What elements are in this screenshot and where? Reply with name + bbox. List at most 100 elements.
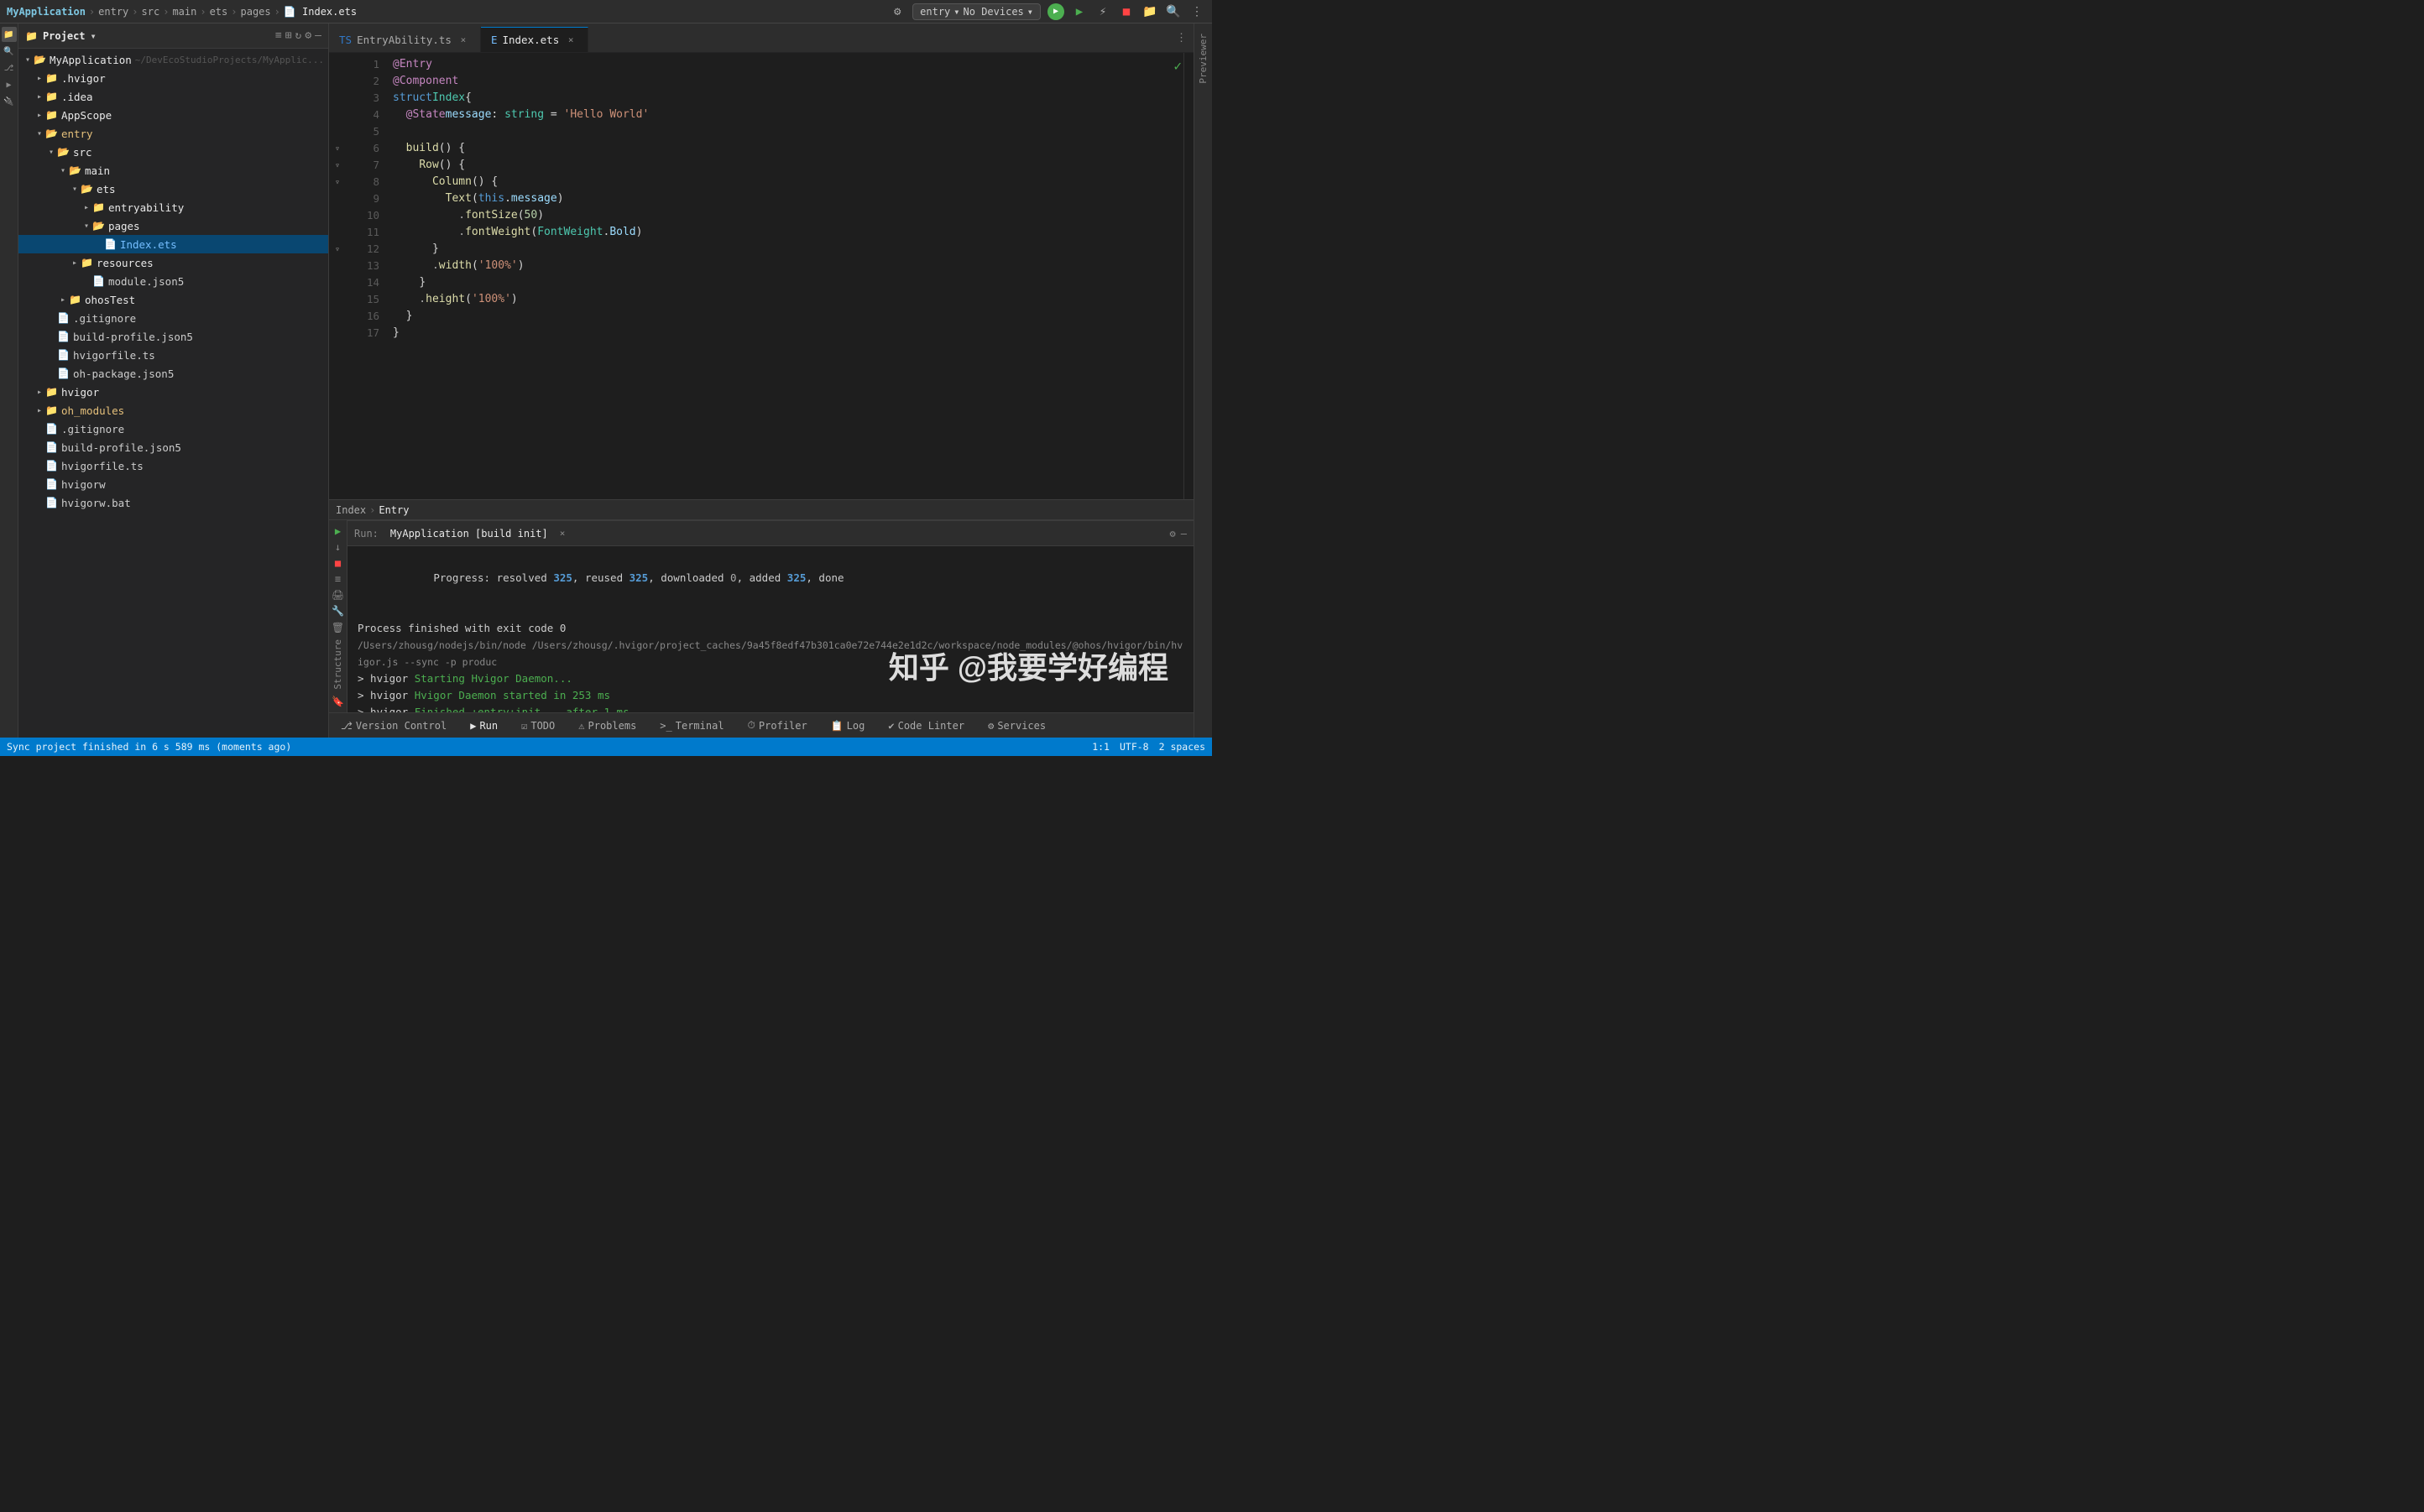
run-tab-name[interactable]: MyApplication [build init]	[385, 528, 553, 540]
run-button[interactable]: ▶	[1047, 3, 1064, 20]
activity-project-icon[interactable]: 📁	[2, 27, 17, 42]
dropdown-icon[interactable]: ▾	[91, 30, 97, 42]
tree-item-hvigorw[interactable]: 📄 hvigorw	[18, 475, 328, 493]
settings-icon[interactable]: ⚙	[889, 3, 906, 20]
code-editor[interactable]: ▿ ▿ ▿ ▿ 1 2 3	[329, 53, 1194, 499]
tree-item-gitignore-entry[interactable]: 📄 .gitignore	[18, 309, 328, 327]
activity-search-icon[interactable]: 🔍	[2, 44, 17, 59]
profiler-icon: ⏱	[748, 719, 755, 732]
bookmarks-icon[interactable]: 🔖	[331, 695, 346, 709]
expand-arrow: ▸	[34, 74, 45, 83]
breadcrumb-app[interactable]: MyApplication	[7, 6, 86, 18]
tree-item-pages[interactable]: ▾ 📂 pages	[18, 216, 328, 235]
toolbar-run[interactable]: ▶ Run	[465, 718, 503, 733]
breadcrumb-ets[interactable]: ets	[210, 6, 228, 18]
activity-run-icon[interactable]: ▶	[2, 77, 17, 92]
more-icon[interactable]: ⋮	[1188, 3, 1205, 20]
run-stop-icon[interactable]: ■	[331, 555, 346, 570]
run-settings-icon[interactable]: ⚙	[1170, 528, 1176, 540]
tree-item-build-profile-root[interactable]: 📄 build-profile.json5	[18, 438, 328, 456]
editor-scrollbar[interactable]	[1183, 53, 1194, 499]
activity-git-icon[interactable]: ⎇	[2, 60, 17, 76]
folder-open-icon: 📂	[69, 164, 81, 176]
tree-item-build-profile-entry[interactable]: 📄 build-profile.json5	[18, 327, 328, 346]
preview-label[interactable]: Previewer	[1198, 27, 1209, 91]
expand-all-icon[interactable]: ⊞	[285, 29, 292, 42]
tree-item-hvigorw-bat[interactable]: 📄 hvigorw.bat	[18, 493, 328, 512]
run-tools-icon[interactable]: 🔧	[331, 604, 346, 618]
tree-item-oh-package[interactable]: 📄 oh-package.json5	[18, 364, 328, 383]
run-scroll-icon[interactable]: ≡	[331, 572, 346, 587]
expand-arrow: ▸	[34, 406, 45, 415]
tree-item-hvigor[interactable]: ▸ 📁 .hvigor	[18, 69, 328, 87]
close-panel-icon[interactable]: —	[315, 29, 321, 42]
code-content[interactable]: @Entry @Component struct Index { @State …	[386, 53, 1183, 499]
debug-button[interactable]: ▶	[1071, 3, 1088, 20]
run-minimize-icon[interactable]: —	[1181, 528, 1187, 540]
file-ets-icon: 📄	[104, 238, 117, 250]
toolbar-problems[interactable]: ⚠ Problems	[573, 718, 641, 733]
activity-plugin-icon[interactable]: 🔌	[2, 94, 17, 109]
tree-item-hvigorfile-root[interactable]: 📄 hvigorfile.ts	[18, 456, 328, 475]
run-trash-icon[interactable]: 🗑	[331, 620, 346, 634]
tree-item-entry[interactable]: ▾ 📂 entry	[18, 124, 328, 143]
line-col[interactable]: 1:1	[1092, 741, 1110, 753]
tree-item-oh-modules[interactable]: ▸ 📁 oh_modules	[18, 401, 328, 420]
tree-item-ets[interactable]: ▾ 📂 ets	[18, 180, 328, 198]
gutter-line-5	[329, 123, 346, 140]
folder-icon[interactable]: 📁	[1141, 3, 1158, 20]
tree-item-hvigor-dir[interactable]: ▸ 📁 hvigor	[18, 383, 328, 401]
breadcrumb-entry[interactable]: Entry	[379, 504, 409, 516]
sync-status[interactable]: Sync project finished in 6 s 589 ms (mom…	[7, 741, 291, 753]
run-line-starting: > hvigor Starting Hvigor Daemon...	[358, 670, 1183, 687]
run-print-icon[interactable]: 🖨	[331, 588, 346, 602]
tab-more-button[interactable]: ⋮	[1169, 23, 1194, 52]
toolbar-services[interactable]: ⚙ Services	[983, 718, 1051, 733]
tree-item-main[interactable]: ▾ 📂 main	[18, 161, 328, 180]
expand-arrow: ▾	[81, 222, 92, 231]
breadcrumb-main[interactable]: main	[172, 6, 196, 18]
tree-item-gitignore-root[interactable]: 📄 .gitignore	[18, 420, 328, 438]
breadcrumb-pages[interactable]: pages	[241, 6, 271, 18]
toolbar-version-control[interactable]: ⎇ Version Control	[336, 718, 452, 733]
toolbar-profiler[interactable]: ⏱ Profiler	[743, 717, 812, 733]
tree-item-ohostest[interactable]: ▸ 📁 ohosTest	[18, 290, 328, 309]
breadcrumb-file[interactable]: 📄 Index.ets	[284, 6, 357, 18]
structure-label[interactable]: Structure	[332, 636, 343, 693]
encoding[interactable]: UTF-8	[1120, 741, 1149, 753]
collapse-all-icon[interactable]: ≡	[275, 29, 282, 42]
toolbar-terminal[interactable]: >_ Terminal	[655, 718, 729, 733]
breadcrumb-entry[interactable]: entry	[98, 6, 128, 18]
run-start-icon[interactable]: ▶	[331, 524, 346, 538]
tab-index-ets[interactable]: E Index.ets ×	[481, 27, 588, 52]
tree-item-src[interactable]: ▾ 📂 src	[18, 143, 328, 161]
tab-close-button[interactable]: ×	[457, 33, 470, 46]
tree-item-myapplication[interactable]: ▾ 📂 MyApplication ~/DevEcoStudioProjects…	[18, 50, 328, 69]
tree-item-entryability[interactable]: ▸ 📁 entryability	[18, 198, 328, 216]
tree-item-idea[interactable]: ▸ 📁 .idea	[18, 87, 328, 106]
run-panel-container: ▶ ↓ ■ ≡ 🖨 🔧 🗑 Structure 🔖 Run: MyApplica…	[329, 519, 1194, 712]
run-tab-close[interactable]: ×	[560, 528, 566, 539]
breadcrumb-src[interactable]: src	[142, 6, 160, 18]
toolbar-code-linter[interactable]: ✔ Code Linter	[883, 718, 969, 733]
tab-entryability[interactable]: TS EntryAbility.ts ×	[329, 27, 481, 52]
stop-button[interactable]: ■	[1118, 3, 1135, 20]
settings-gear-icon[interactable]: ⚙	[305, 29, 311, 42]
indent[interactable]: 2 spaces	[1159, 741, 1205, 753]
tree-item-module-json5[interactable]: 📄 module.json5	[18, 272, 328, 290]
tree-item-index-ets[interactable]: 📄 Index.ets	[18, 235, 328, 253]
toolbar-log[interactable]: 📋 Log	[826, 718, 870, 733]
tree-item-hvigorfile-ts[interactable]: 📄 hvigorfile.ts	[18, 346, 328, 364]
toolbar-todo[interactable]: ☑ TODO	[516, 718, 560, 733]
tree-item-resources[interactable]: ▸ 📁 resources	[18, 253, 328, 272]
tree-item-appscope[interactable]: ▸ 📁 AppScope	[18, 106, 328, 124]
sync-icon[interactable]: ↻	[295, 29, 302, 42]
run-filter-icon[interactable]: ↓	[331, 540, 346, 554]
breadcrumb-index[interactable]: Index	[336, 504, 366, 516]
todo-icon: ☑	[521, 720, 527, 732]
gutter-line-13	[329, 258, 346, 274]
search-icon[interactable]: 🔍	[1165, 3, 1182, 20]
hot-reload-icon[interactable]: ⚡	[1094, 3, 1111, 20]
tab-close-button2[interactable]: ×	[564, 34, 577, 47]
device-selector[interactable]: entry ▾ No Devices ▾	[912, 3, 1041, 20]
